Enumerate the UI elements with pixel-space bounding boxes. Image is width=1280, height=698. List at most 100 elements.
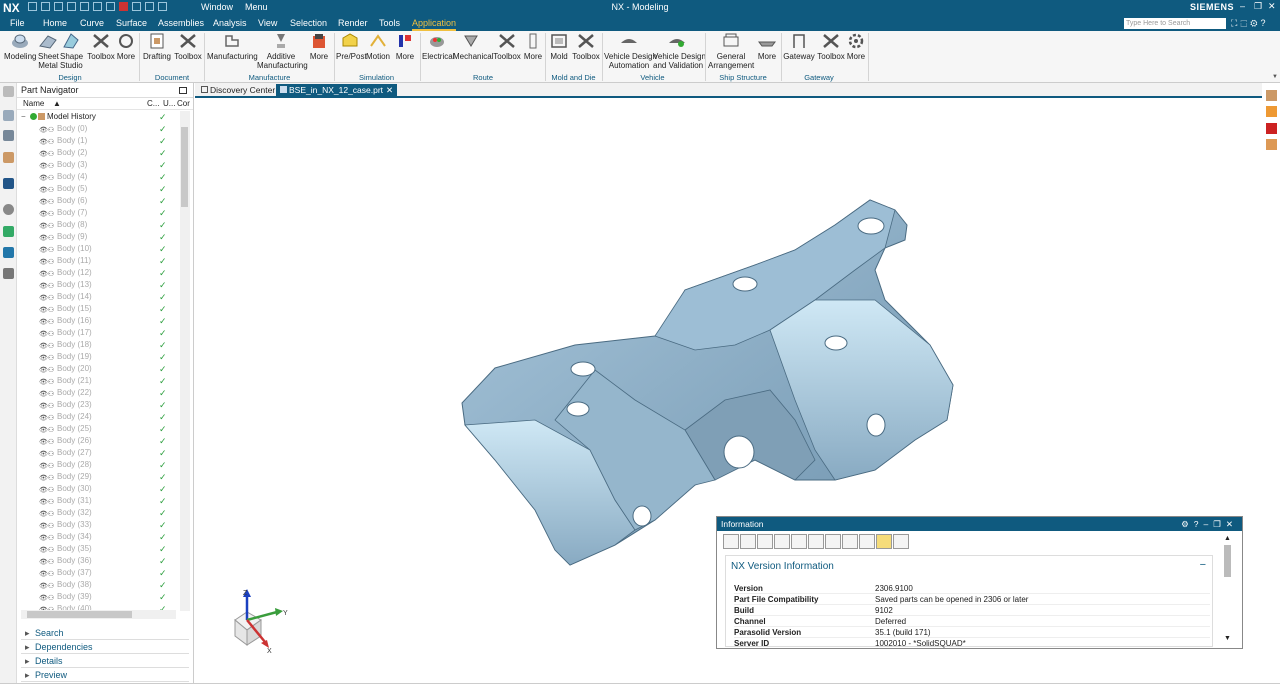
general-arrangement-button[interactable]: General Arrangement bbox=[708, 32, 754, 70]
motion-button[interactable]: Motion bbox=[365, 32, 391, 61]
tree-row-body[interactable]: 👁⚇ Body (38) ✓ bbox=[17, 579, 180, 591]
delete-icon[interactable] bbox=[808, 534, 824, 549]
visibility-icon[interactable]: 👁⚇ bbox=[39, 197, 55, 206]
tree-row-body[interactable]: 👁⚇ Body (23) ✓ bbox=[17, 399, 180, 411]
visibility-icon[interactable]: 👁⚇ bbox=[39, 341, 55, 350]
tree-row-body[interactable]: 👁⚇ Body (24) ✓ bbox=[17, 411, 180, 423]
manufacturing-button[interactable]: Manufacturing bbox=[207, 32, 258, 61]
toolbox-button-2[interactable]: Toolbox bbox=[174, 32, 202, 61]
tree-row-body[interactable]: 👁⚇ Body (14) ✓ bbox=[17, 291, 180, 303]
toolbox-button[interactable]: Toolbox bbox=[86, 32, 116, 61]
visibility-icon[interactable]: 👁⚇ bbox=[39, 521, 55, 530]
scroll-thumb[interactable] bbox=[181, 127, 188, 207]
tree-row-body[interactable]: 👁⚇ Body (27) ✓ bbox=[17, 447, 180, 459]
tree-row-body[interactable]: 👁⚇ Body (11) ✓ bbox=[17, 255, 180, 267]
menu-render[interactable]: Render bbox=[338, 18, 368, 28]
visibility-icon[interactable]: 👁⚇ bbox=[39, 509, 55, 518]
menubar-icons[interactable]: ⛶⬚⚙? bbox=[1231, 18, 1269, 29]
modeling-button[interactable]: Modeling bbox=[4, 32, 36, 61]
history-icon[interactable] bbox=[3, 204, 14, 215]
collapse-icon[interactable]: − bbox=[21, 111, 26, 123]
print-icon[interactable] bbox=[740, 534, 756, 549]
additive-manufacturing-button[interactable]: Additive Manufacturing bbox=[257, 32, 308, 70]
visibility-icon[interactable]: 👁⚇ bbox=[39, 449, 55, 458]
tree-row-body[interactable]: 👁⚇ Body (31) ✓ bbox=[17, 495, 180, 507]
mold-button[interactable]: Mold bbox=[547, 32, 571, 61]
electrical-button[interactable]: Electrical bbox=[422, 32, 454, 61]
tree-row-body[interactable]: 👁⚇ Body (10) ✓ bbox=[17, 243, 180, 255]
system-materials-icon[interactable] bbox=[3, 268, 14, 279]
scroll-up-icon[interactable]: ▲ bbox=[1224, 535, 1231, 542]
tree-row-body[interactable]: 👁⚇ Body (26) ✓ bbox=[17, 435, 180, 447]
drafting-button[interactable]: Drafting bbox=[142, 32, 172, 61]
palette-icon[interactable] bbox=[3, 226, 14, 237]
tree-row-body[interactable]: 👁⚇ Body (12) ✓ bbox=[17, 267, 180, 279]
visibility-icon[interactable]: 👁⚇ bbox=[39, 173, 55, 182]
visibility-icon[interactable]: 👁⚇ bbox=[39, 281, 55, 290]
section-details[interactable]: ▸ Details bbox=[21, 654, 189, 668]
tree-row-body[interactable]: 👁⚇ Body (4) ✓ bbox=[17, 171, 180, 183]
menu-curve[interactable]: Curve bbox=[80, 18, 104, 28]
tab-discovery-center[interactable]: Discovery Center bbox=[197, 84, 279, 97]
visibility-icon[interactable]: 👁⚇ bbox=[39, 365, 55, 374]
tree-root[interactable]: − Model History ✓ bbox=[17, 111, 180, 123]
ribbon-expand-icon[interactable]: ▼ bbox=[1272, 74, 1278, 80]
roles-icon[interactable] bbox=[3, 247, 14, 258]
copy-icon[interactable] bbox=[774, 534, 790, 549]
visibility-icon[interactable]: 👁⚇ bbox=[39, 245, 55, 254]
paste-icon[interactable] bbox=[791, 534, 807, 549]
materials-right-icon[interactable] bbox=[1266, 139, 1277, 150]
gateway-button[interactable]: Gateway bbox=[783, 32, 815, 61]
menu-view[interactable]: View bbox=[258, 18, 277, 28]
visibility-icon[interactable]: 👁⚇ bbox=[39, 317, 55, 326]
vertical-scrollbar[interactable] bbox=[180, 111, 190, 611]
scroll-down-icon[interactable]: ▼ bbox=[1224, 635, 1231, 642]
visibility-icon[interactable]: 👁⚇ bbox=[39, 569, 55, 578]
tree-row-body[interactable]: 👁⚇ Body (16) ✓ bbox=[17, 315, 180, 327]
minimize-button[interactable]: – bbox=[1240, 1, 1245, 11]
visibility-icon[interactable]: 👁⚇ bbox=[39, 209, 55, 218]
visibility-icon[interactable]: 👁⚇ bbox=[39, 269, 55, 278]
visibility-icon[interactable]: 👁⚇ bbox=[39, 161, 55, 170]
tree-row-body[interactable]: 👁⚇ Body (13) ✓ bbox=[17, 279, 180, 291]
maximize-icon[interactable] bbox=[179, 87, 187, 94]
mechanical-button[interactable]: Mechanical bbox=[453, 32, 493, 61]
restore-button[interactable]: ❐ bbox=[1254, 1, 1262, 12]
section-search[interactable]: ▸ Search bbox=[21, 626, 189, 640]
visibility-icon[interactable]: 👁⚇ bbox=[39, 593, 55, 602]
toolbox-button-5[interactable]: Toolbox bbox=[817, 32, 845, 61]
tree-row-body[interactable]: 👁⚇ Body (30) ✓ bbox=[17, 483, 180, 495]
menu-selection[interactable]: Selection bbox=[290, 18, 327, 28]
menu-home[interactable]: Home bbox=[43, 18, 67, 28]
compare-icon[interactable] bbox=[842, 534, 858, 549]
toolbox-button-3[interactable]: Toolbox bbox=[492, 32, 522, 61]
tree-row-body[interactable]: 👁⚇ Body (25) ✓ bbox=[17, 423, 180, 435]
assembly-navigator-icon[interactable] bbox=[3, 110, 14, 121]
tree-row-body[interactable]: 👁⚇ Body (17) ✓ bbox=[17, 327, 180, 339]
tree-row-body[interactable]: 👁⚇ Body (9) ✓ bbox=[17, 231, 180, 243]
visibility-icon[interactable]: 👁⚇ bbox=[39, 137, 55, 146]
tree-row-body[interactable]: 👁⚇ Body (36) ✓ bbox=[17, 555, 180, 567]
constraint-navigator-icon[interactable] bbox=[3, 152, 14, 163]
tree-row-body[interactable]: 👁⚇ Body (3) ✓ bbox=[17, 159, 180, 171]
tree-row-body[interactable]: 👁⚇ Body (6) ✓ bbox=[17, 195, 180, 207]
menu-assemblies[interactable]: Assemblies bbox=[158, 18, 204, 28]
tree-row-body[interactable]: 👁⚇ Body (35) ✓ bbox=[17, 543, 180, 555]
more-button-6[interactable]: More bbox=[845, 32, 867, 61]
visibility-icon[interactable]: 👁⚇ bbox=[39, 461, 55, 470]
section-preview[interactable]: ▸ Preview bbox=[21, 668, 189, 682]
visibility-icon[interactable]: 👁⚇ bbox=[39, 533, 55, 542]
close-button[interactable]: ✕ bbox=[1268, 1, 1276, 12]
visibility-icon[interactable]: 👁⚇ bbox=[39, 557, 55, 566]
more-button[interactable]: More bbox=[116, 32, 136, 61]
tree-row-body[interactable]: 👁⚇ Body (21) ✓ bbox=[17, 375, 180, 387]
nx-right-icon[interactable] bbox=[1266, 123, 1277, 134]
visibility-icon[interactable]: 👁⚇ bbox=[39, 389, 55, 398]
tree-row-body[interactable]: 👁⚇ Body (18) ✓ bbox=[17, 339, 180, 351]
column-name[interactable]: Name bbox=[23, 98, 44, 110]
tree-row-body[interactable]: 👁⚇ Body (28) ✓ bbox=[17, 459, 180, 471]
more-button-2[interactable]: More bbox=[306, 32, 332, 61]
visibility-icon[interactable]: 👁⚇ bbox=[39, 425, 55, 434]
tree-row-body[interactable]: 👁⚇ Body (20) ✓ bbox=[17, 363, 180, 375]
section-dependencies[interactable]: ▸ Dependencies bbox=[21, 640, 189, 654]
